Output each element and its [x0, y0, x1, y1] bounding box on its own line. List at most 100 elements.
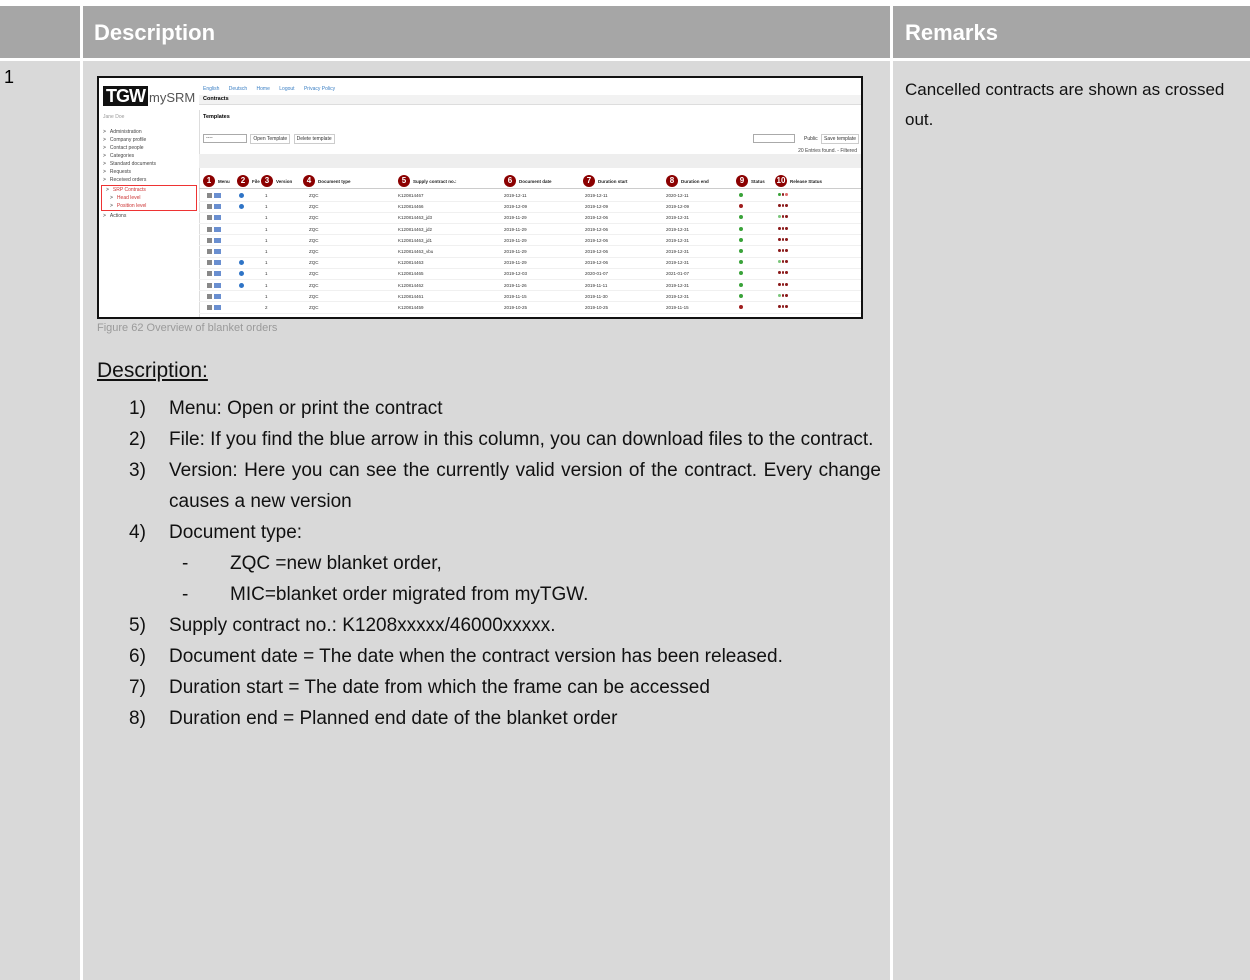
list-text: ZQC =new blanket order,	[230, 553, 442, 574]
column-header[interactable]: 8 Duration end	[666, 175, 709, 187]
sidebar-item-contact-people[interactable]: > Contact people	[99, 144, 199, 152]
menu-print-icon[interactable]	[207, 193, 221, 198]
status-dot-icon	[739, 237, 743, 242]
menu-print-icon[interactable]	[207, 293, 221, 299]
table-row[interactable]: 1 ZQC K120814463_vbu 2019-11-29 2019-12-06 20…	[199, 246, 861, 258]
contracts-title: Contracts	[199, 95, 861, 105]
sidebar-item-standard-documents[interactable]: > Standard documents	[99, 160, 199, 168]
cell-document-date: 2019-11-29	[504, 215, 527, 221]
cell-version: 1	[265, 260, 268, 266]
menu-print-icon[interactable]	[207, 271, 221, 277]
release-status-icon	[778, 204, 789, 208]
cell-document-type: ZQC	[309, 293, 319, 299]
cell-contract-no: K120814461	[398, 293, 424, 299]
figure-caption: Figure 62 Overview of blanket orders	[97, 322, 278, 334]
table-row[interactable]: 1 ZQC K120814463_jd1 2019-11-29 2019-12-06 20…	[199, 235, 861, 247]
table-row[interactable]: 1 ZQC K120814463_jd2 2019-11-29 2019-12-06 20…	[199, 224, 861, 236]
sidebar-item-position-level[interactable]: > Position level	[102, 202, 196, 210]
cell-version: 1	[265, 293, 268, 299]
chevron-right-icon: >	[103, 137, 106, 143]
menu-print-icon[interactable]	[207, 226, 221, 232]
menu-print-icon[interactable]	[207, 305, 221, 310]
public-checkbox-label[interactable]: Public	[804, 136, 818, 142]
list-dash: -	[182, 584, 189, 605]
sidebar-item-received-orders[interactable]: > Received orders	[99, 176, 199, 184]
menu-print-icon[interactable]	[207, 215, 221, 221]
delete-template-button[interactable]: Delete template	[293, 134, 335, 144]
list-number: 6)	[129, 646, 146, 667]
column-header[interactable]: 10 Release Status	[775, 175, 822, 187]
cell-duration-start: 2019-10-25	[585, 305, 609, 310]
list-text: Duration start = The date from which the…	[169, 677, 710, 698]
download-arrow-icon[interactable]	[239, 271, 244, 277]
sidebar-item-administration[interactable]: > Administration	[99, 128, 199, 136]
cell-document-type: ZQC	[309, 226, 319, 232]
table-row[interactable]: 1 ZQC K120814463_jd3 2019-11-29 2019-12-06 20…	[199, 212, 861, 224]
cell-contract-no: K120814463	[398, 260, 424, 266]
header-remarks: Remarks	[905, 20, 998, 45]
save-template-button[interactable]: Save template	[821, 134, 859, 144]
list-text: Document date = The date when the contra…	[169, 646, 783, 667]
cell-version: 1	[265, 249, 268, 254]
number-badge-icon: 4	[303, 175, 315, 187]
sidebar-item-actions[interactable]: > Actions	[99, 212, 199, 220]
download-arrow-icon[interactable]	[239, 204, 244, 210]
cell-document-date: 2019-11-29	[504, 237, 527, 243]
list-item: 8) Duration end = Planned end date of the…	[129, 703, 881, 734]
column-header[interactable]: 6 Document date	[504, 175, 552, 187]
table-row[interactable]: 1 ZQC K120814462 2019-11-26 2019-11-11 2019-1…	[199, 280, 861, 292]
download-arrow-icon[interactable]	[239, 193, 244, 198]
number-badge-icon: 8	[666, 175, 678, 187]
sidebar-item-categories[interactable]: > Categories	[99, 152, 199, 160]
table-row[interactable]: 1 ZQC K120814465 2019-12-03 2020-01-07 2021-0…	[199, 268, 861, 280]
table-row[interactable]: 1 ZQC K120814463 2019-11-29 2019-12-06 2019-1…	[199, 257, 861, 269]
sidebar-item-requests[interactable]: > Requests	[99, 168, 199, 176]
cell-contract-no: K120814463_vbu	[398, 249, 434, 254]
column-header-label: Menu	[218, 178, 230, 184]
menu-print-icon[interactable]	[207, 204, 221, 210]
template-name-input[interactable]	[752, 134, 795, 144]
column-header[interactable]: 1 Menu	[203, 175, 230, 187]
sidebar-item-label: Categories	[109, 153, 135, 159]
download-arrow-icon[interactable]	[239, 282, 244, 288]
column-header[interactable]: 3 Version	[261, 175, 292, 187]
sidebar-item-label: Actions	[109, 213, 127, 219]
sidebar-item-head-level[interactable]: > Head level	[102, 194, 196, 202]
cell-contract-no: K120814467	[398, 193, 424, 198]
column-header[interactable]: 7 Duration start	[583, 175, 628, 187]
release-status-icon	[778, 193, 789, 197]
open-template-button[interactable]: Open Template	[250, 134, 291, 144]
column-header[interactable]: 2 File	[237, 175, 260, 187]
download-arrow-icon[interactable]	[239, 260, 244, 266]
cell-document-type: ZQC	[309, 305, 319, 310]
description-list: 1) Menu: Open or print the contract 2) Fil…	[129, 393, 881, 734]
menu-print-icon[interactable]	[207, 237, 221, 243]
status-dot-icon	[739, 226, 743, 231]
description-heading: Description:	[97, 359, 208, 382]
cell-duration-start: 2019-12-11	[585, 193, 608, 198]
number-badge-icon: 1	[203, 175, 215, 187]
number-badge-icon: 7	[583, 175, 595, 187]
column-header[interactable]: 4 Document type	[303, 175, 351, 187]
template-select[interactable]: ----	[203, 134, 247, 144]
column-header[interactable]: 5 Supply contract no.:	[398, 175, 457, 187]
menu-print-icon[interactable]	[207, 260, 221, 266]
sidebar-item-srp-contracts[interactable]: > SRP Contracts	[102, 186, 196, 194]
table-row[interactable]: 1 ZQC K120814461 2019-11-15 2019-11-30 2019-1…	[199, 291, 861, 303]
cell-duration-end: 2019-12-31	[666, 293, 690, 299]
user-name: Jane Doe	[103, 114, 125, 120]
table-row[interactable]: 1 ZQC K120814467 2019-12-11 2019-12-11 2020-1…	[199, 190, 861, 202]
row-number: 1	[4, 67, 15, 87]
menu-print-icon[interactable]	[207, 282, 221, 288]
list-item: 1) Menu: Open or print the contract	[129, 393, 881, 424]
menu-print-icon[interactable]	[207, 249, 221, 254]
column-header[interactable]: 9 Status	[736, 175, 765, 187]
list-item: 5) Supply contract no.: K1208xxxxx/46000x…	[129, 610, 881, 641]
list-number: 8)	[129, 708, 146, 729]
release-status-icon	[778, 293, 789, 298]
table-row[interactable]: 2 ZQC K120814459 2019-10-25 2019-10-25 2019-1…	[199, 302, 861, 314]
cell-document-type: ZQC	[309, 237, 319, 243]
sidebar-item-company-profile[interactable]: > Company profile	[99, 136, 199, 144]
cell-document-type: ZQC	[309, 215, 319, 221]
table-row[interactable]: 1 ZQC K120814466 2019-12-09 2019-12-09 2019-1…	[199, 201, 861, 213]
